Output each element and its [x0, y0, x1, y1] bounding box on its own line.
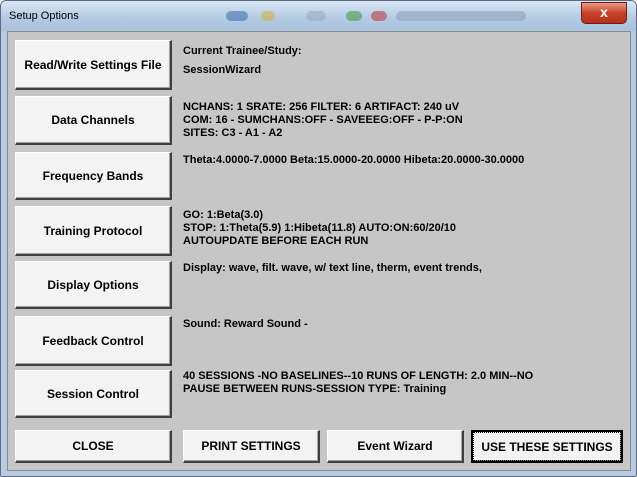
info-line: NCHANS: 1 SRATE: 256 FILTER: 6 ARTIFACT:…: [183, 101, 460, 113]
read-write-settings-button[interactable]: Read/Write Settings File: [15, 40, 172, 90]
trainee-value: SessionWizard: [183, 64, 262, 76]
window-title: Setup Options: [9, 10, 79, 22]
data-channels-button[interactable]: Data Channels: [15, 96, 172, 145]
setup-options-window: Setup Options x Read/Write Settings File…: [0, 0, 637, 477]
trainee-label: Current Trainee/Study:: [183, 45, 302, 57]
info-line: 40 SESSIONS -NO BASELINES--10 RUNS OF LE…: [183, 370, 534, 382]
dialog-client: Read/Write Settings File Data Channels F…: [7, 31, 631, 471]
event-wizard-button[interactable]: Event Wizard: [327, 430, 464, 463]
info-line: GO: 1:Beta(3.0): [183, 209, 264, 221]
protocol-info: GO: 1:Beta(3.0) STOP: 1:Theta(5.9) 1:Hib…: [183, 209, 456, 248]
background-blur: [346, 11, 362, 21]
info-line: AUTOUPDATE BEFORE EACH RUN: [183, 235, 369, 247]
close-icon: x: [600, 4, 608, 20]
background-blur: [261, 11, 275, 21]
info-line: SITES: C3 - A1 - A2: [183, 127, 283, 139]
info-line: COM: 16 - SUMCHANS:OFF - SAVEEEG:OFF - P…: [183, 114, 463, 126]
info-line: STOP: 1:Theta(5.9) 1:Hibeta(11.8) AUTO:O…: [183, 222, 457, 234]
session-info: 40 SESSIONS -NO BASELINES--10 RUNS OF LE…: [183, 370, 533, 396]
close-button[interactable]: CLOSE: [15, 430, 172, 463]
background-blur: [306, 11, 326, 21]
background-blur: [371, 11, 387, 21]
use-these-settings-label: USE THESE SETTINGS: [473, 432, 621, 461]
use-these-settings-button[interactable]: USE THESE SETTINGS: [471, 430, 623, 463]
info-line: Display: wave, filt. wave, w/ text line,…: [183, 262, 482, 274]
print-settings-button[interactable]: PRINT SETTINGS: [183, 430, 320, 463]
info-line: PAUSE BETWEEN RUNS-SESSION TYPE: Trainin…: [183, 383, 447, 395]
title-bar[interactable]: Setup Options x: [1, 1, 636, 31]
info-line: Theta:4.0000-7.0000 Beta:15.0000-20.0000…: [183, 154, 525, 166]
training-protocol-button[interactable]: Training Protocol: [15, 206, 172, 256]
feedback-control-button[interactable]: Feedback Control: [15, 316, 172, 366]
window-close-button[interactable]: x: [581, 2, 627, 24]
info-line: Sound: Reward Sound -: [183, 318, 308, 330]
bands-info: Theta:4.0000-7.0000 Beta:15.0000-20.0000…: [183, 154, 524, 167]
background-blur: [226, 11, 248, 21]
background-blur: [396, 11, 526, 21]
channels-info: NCHANS: 1 SRATE: 256 FILTER: 6 ARTIFACT:…: [183, 101, 463, 140]
trainee-info: Current Trainee/Study: SessionWizard: [183, 45, 302, 77]
display-info: Display: wave, filt. wave, w/ text line,…: [183, 262, 482, 275]
feedback-info: Sound: Reward Sound -: [183, 318, 308, 331]
display-options-button[interactable]: Display Options: [15, 261, 172, 309]
session-control-button[interactable]: Session Control: [15, 370, 172, 418]
frequency-bands-button[interactable]: Frequency Bands: [15, 152, 172, 200]
